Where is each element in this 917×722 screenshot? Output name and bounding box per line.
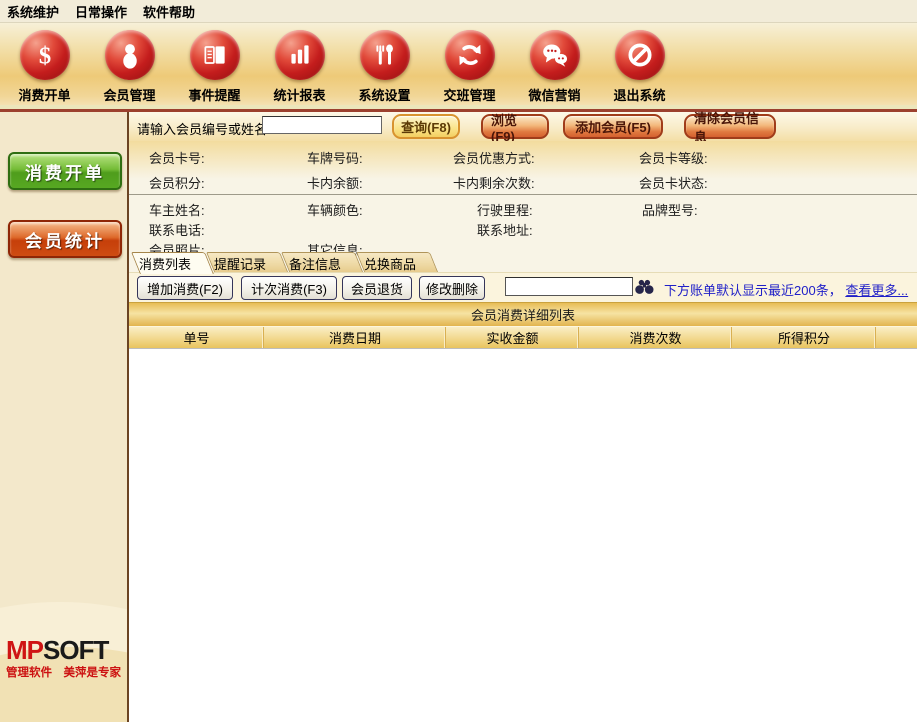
label-mileage: 行驶里程: — [477, 200, 533, 219]
label-remaining-times: 卡内剩余次数: — [453, 173, 535, 192]
toolbar-label: 交班管理 — [443, 85, 495, 104]
search-label: 请输入会员编号或姓名 — [137, 119, 267, 138]
member-search-bar: 请输入会员编号或姓名 查询(F8) 浏览(F9) 添加会员(F5) 清除会员信息 — [129, 112, 917, 141]
reminder-book-icon — [190, 30, 240, 80]
binoculars-search-icon[interactable] — [635, 279, 654, 298]
mpsoft-logo: MPSOFT 管理软件 美萍是专家 — [6, 638, 121, 680]
toolbar-label: 微信营销 — [528, 85, 580, 104]
svg-text:$: $ — [38, 43, 50, 70]
member-info-panel: 会员卡号: 车牌号码: 会员优惠方式: 会员卡等级: 会员积分: 卡内余额: 卡… — [129, 141, 917, 251]
toolbar-button-statistics-report[interactable]: 统计报表 — [257, 23, 342, 104]
tab-reminder-records[interactable]: 提醒记录 — [206, 252, 278, 272]
wechat-icon — [530, 30, 580, 80]
count-consume-button[interactable]: 计次消费(F3) — [241, 276, 337, 300]
member-search-input[interactable] — [262, 116, 382, 134]
label-card-status: 会员卡状态: — [639, 173, 708, 192]
toolbar-label: 会员管理 — [103, 85, 155, 104]
label-brand-model: 品牌型号: — [642, 200, 698, 219]
toolbar-button-event-reminder[interactable]: 事件提醒 — [172, 23, 257, 104]
label-member-card-no: 会员卡号: — [149, 148, 205, 167]
label-member-points: 会员积分: — [149, 173, 205, 192]
consume-action-bar: 增加消费(F2) 计次消费(F3) 会员退货 修改删除 下方账单默认显示最近20… — [129, 272, 917, 302]
bill-search-input[interactable] — [505, 277, 633, 296]
toolbar-button-exit-system[interactable]: 退出系统 — [597, 23, 682, 104]
shift-refresh-icon — [445, 30, 495, 80]
consume-table-title: 会员消费详细列表 — [129, 302, 917, 326]
toolbar-label: 消费开单 — [18, 85, 70, 104]
menu-item-software-help[interactable]: 软件帮助 — [141, 1, 197, 22]
bar-chart-icon — [275, 30, 325, 80]
modify-delete-button[interactable]: 修改删除 — [419, 276, 485, 300]
tab-consume-list[interactable]: 消费列表 — [131, 252, 203, 272]
member-icon — [105, 30, 155, 80]
dollar-icon: $ — [20, 30, 70, 80]
logo-wordmark: MPSOFT — [6, 638, 121, 662]
add-consume-button[interactable]: 增加消费(F2) — [137, 276, 233, 300]
toolbar-label: 系统设置 — [358, 85, 410, 104]
label-vehicle-color: 车辆颜色: — [307, 200, 363, 219]
menu-item-daily-operations[interactable]: 日常操作 — [73, 1, 129, 22]
exit-icon — [615, 30, 665, 80]
column-header-consume-times[interactable]: 消费次数 — [579, 327, 732, 348]
menubar: 系统维护 日常操作 软件帮助 — [0, 0, 917, 23]
consume-table-body[interactable] — [129, 349, 917, 722]
column-header-amount-received[interactable]: 实收金额 — [446, 327, 579, 348]
tools-icon — [360, 30, 410, 80]
toolbar-button-wechat-marketing[interactable]: 微信营销 — [512, 23, 597, 104]
tab-exchange-goods[interactable]: 兑换商品 — [356, 252, 428, 272]
query-button[interactable]: 查询(F8) — [392, 114, 460, 139]
column-header-points-earned[interactable]: 所得积分 — [732, 327, 876, 348]
column-header-consume-date[interactable]: 消费日期 — [264, 327, 446, 348]
app-window: 系统维护 日常操作 软件帮助 $ 消费开单 会员管理 事件提醒 — [0, 0, 917, 722]
bill-limit-notice: 下方账单默认显示最近200条， 查看更多... — [664, 280, 908, 299]
label-address: 联系地址: — [477, 220, 533, 239]
toolbar-label: 统计报表 — [273, 85, 325, 104]
browse-button[interactable]: 浏览(F9) — [481, 114, 549, 139]
toolbar-button-system-settings[interactable]: 系统设置 — [342, 23, 427, 104]
sidebar-consume-billing-button[interactable]: 消费开单 — [8, 152, 122, 190]
toolbar-button-member-management[interactable]: 会员管理 — [87, 23, 172, 104]
label-owner-name: 车主姓名: — [149, 200, 205, 219]
add-member-button[interactable]: 添加会员(F5) — [563, 114, 663, 139]
consume-table-header: 单号 消费日期 实收金额 消费次数 所得积分 操作员 — [129, 326, 917, 349]
column-header-order-no[interactable]: 单号 — [129, 327, 264, 348]
label-card-balance: 卡内余额: — [307, 173, 363, 192]
info-divider — [129, 194, 917, 195]
label-card-level: 会员卡等级: — [639, 148, 708, 167]
toolbar: $ 消费开单 会员管理 事件提醒 统计报表 系统设置 — [0, 23, 917, 112]
label-discount-type: 会员优惠方式: — [453, 148, 535, 167]
toolbar-label: 事件提醒 — [188, 85, 240, 104]
menu-item-system-maintenance[interactable]: 系统维护 — [5, 1, 61, 22]
label-plate-no: 车牌号码: — [307, 148, 363, 167]
logo-tagline: 管理软件 美萍是专家 — [6, 664, 121, 680]
member-refund-button[interactable]: 会员退货 — [342, 276, 412, 300]
label-phone: 联系电话: — [149, 220, 205, 239]
tab-remark-info[interactable]: 备注信息 — [281, 252, 353, 272]
column-header-operator[interactable]: 操作员 — [876, 327, 917, 348]
toolbar-button-consume-billing[interactable]: $ 消费开单 — [2, 23, 87, 104]
sidebar: 消费开单 会员统计 MPSOFT 管理软件 美萍是专家 — [0, 112, 129, 722]
toolbar-label: 退出系统 — [613, 85, 665, 104]
sidebar-member-statistics-button[interactable]: 会员统计 — [8, 220, 122, 258]
view-more-link[interactable]: 查看更多... — [845, 283, 908, 298]
clear-member-info-button[interactable]: 清除会员信息 — [684, 114, 776, 139]
record-tabbar: 消费列表 提醒记录 备注信息 兑换商品 — [129, 251, 917, 272]
toolbar-button-shift-management[interactable]: 交班管理 — [427, 23, 512, 104]
main-panel: 请输入会员编号或姓名 查询(F8) 浏览(F9) 添加会员(F5) 清除会员信息… — [129, 112, 917, 722]
